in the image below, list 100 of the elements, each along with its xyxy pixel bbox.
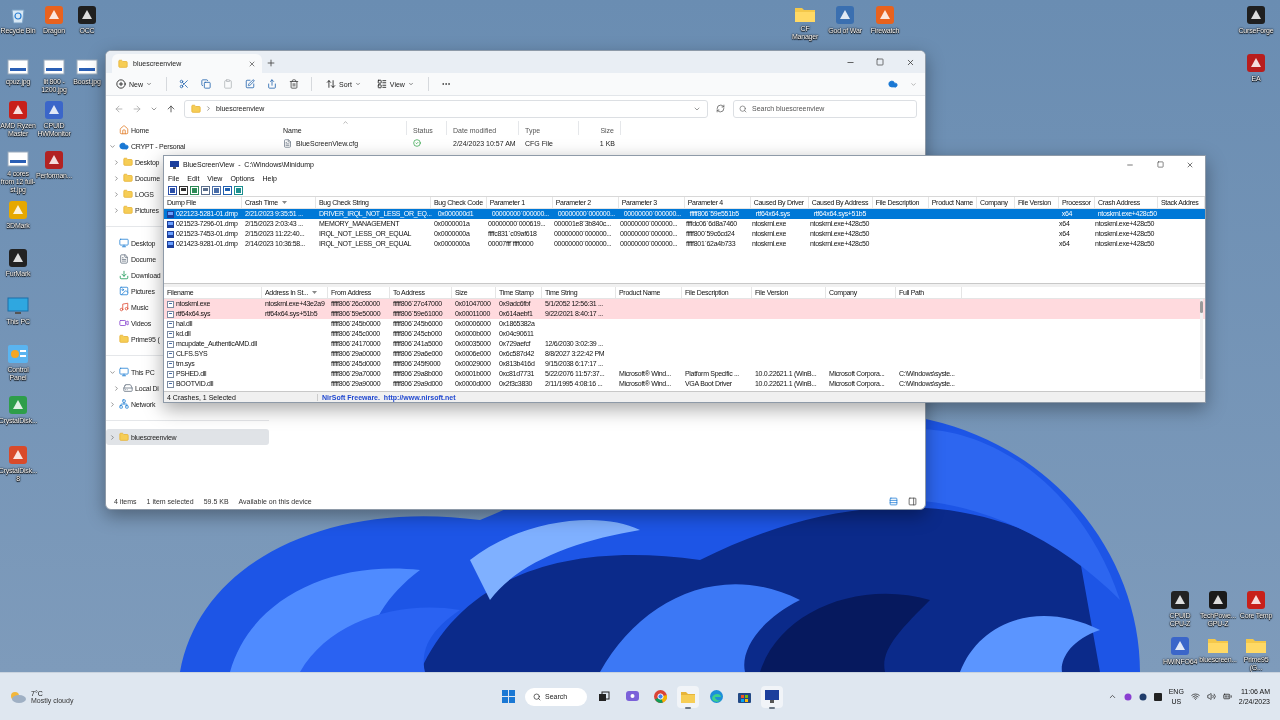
file-icon: [167, 360, 174, 368]
app-icon: [1170, 590, 1190, 610]
image-file-icon: [7, 150, 29, 168]
tiles-view-icon[interactable]: [908, 496, 917, 506]
app-icon: [8, 395, 28, 415]
table-row[interactable]: [164, 209, 1205, 219]
folder-icon: [794, 5, 816, 23]
desktop-icon: [119, 238, 129, 248]
cloud-icon[interactable]: [888, 79, 898, 89]
folder-icon: [119, 334, 129, 344]
file-icon: [167, 310, 174, 318]
window-icon[interactable]: [168, 185, 177, 195]
windows-logo-icon: [501, 690, 515, 703]
app-icon: [8, 248, 28, 268]
control-panel-icon: [7, 344, 29, 364]
task-view-icon: [598, 690, 610, 703]
sort-icon: [326, 79, 336, 89]
up-icon[interactable]: [166, 103, 176, 114]
running-indicator: [769, 706, 775, 709]
app-icon: [1246, 5, 1266, 25]
file-icon: [167, 320, 174, 328]
close-icon: [905, 57, 915, 67]
scroll-thumb[interactable]: [1200, 301, 1203, 313]
app-icon: [44, 5, 64, 25]
close-icon: [1186, 160, 1194, 169]
app-icon: [44, 100, 64, 120]
monitor-icon: [7, 296, 29, 316]
search-icon: [533, 692, 541, 701]
app-icon: [170, 160, 179, 169]
app-icon: [1208, 590, 1228, 610]
folder-icon: [123, 205, 133, 215]
app-icon: [1170, 636, 1190, 656]
running-indicator: [685, 706, 691, 709]
image-file-icon: [76, 58, 98, 76]
image-file-icon: [43, 58, 65, 76]
app-icon: [875, 5, 895, 25]
app-icon: [1246, 53, 1266, 73]
app-icon: [44, 150, 64, 170]
chevron-right-icon: [205, 105, 212, 112]
video-icon: [119, 318, 129, 328]
browser-icon: [653, 690, 667, 703]
config-file-icon: [283, 138, 292, 148]
folder-icon: [1245, 636, 1267, 654]
folder-icon: [123, 189, 133, 199]
wifi-icon[interactable]: [1190, 692, 1200, 701]
folder-icon: [118, 58, 128, 69]
music-icon: [119, 302, 129, 312]
chat-icon: [625, 690, 639, 703]
document-icon: [119, 254, 129, 264]
app-icon: [8, 100, 28, 120]
drive-icon: [123, 383, 133, 393]
close-icon[interactable]: [248, 59, 256, 68]
sort-arrow-icon: [281, 201, 287, 204]
file-icon: [167, 380, 174, 388]
folder-icon: [123, 173, 133, 183]
caret-icon: [354, 81, 361, 87]
view-icon: [376, 79, 387, 89]
plus-icon: [116, 79, 126, 89]
app-icon: [835, 5, 855, 25]
battery-icon[interactable]: [1222, 692, 1232, 701]
app-icon: [1246, 590, 1266, 610]
share-icon[interactable]: [267, 79, 277, 89]
monitor-icon: [119, 367, 129, 377]
file-icon: [167, 300, 174, 308]
folder-icon: [681, 690, 695, 703]
new-tab-icon[interactable]: [266, 58, 276, 68]
home-icon: [119, 125, 129, 135]
caret-icon: [407, 81, 414, 87]
cloud-icon: [119, 141, 129, 151]
folder-icon: [123, 157, 133, 167]
rename-icon[interactable]: [245, 79, 255, 89]
image-icon: [119, 286, 129, 296]
network-icon: [119, 399, 129, 409]
file-icon: [167, 350, 174, 358]
file-icon: [167, 340, 174, 348]
details-view-icon[interactable]: [889, 496, 898, 506]
cloud-icon: [10, 690, 26, 703]
download-icon: [119, 270, 129, 280]
folder-icon: [191, 103, 201, 114]
cut-icon[interactable]: [179, 79, 189, 89]
sort-arrow-icon: [312, 291, 318, 294]
monitor-icon: [765, 690, 779, 703]
folder-icon: [1207, 636, 1229, 654]
store-icon: [737, 690, 751, 703]
image-file-icon: [7, 58, 29, 76]
volume-icon[interactable]: [1206, 692, 1216, 701]
caret-icon: [146, 81, 152, 87]
taskbar-app[interactable]: [761, 685, 783, 708]
app-icon: [8, 445, 28, 465]
delete-icon[interactable]: [289, 79, 299, 89]
folder-icon: [119, 432, 129, 442]
maximize-icon: [1156, 161, 1164, 168]
app-icon: [77, 5, 97, 25]
search-icon: [739, 104, 747, 113]
file-icon: [167, 370, 174, 378]
chevron-up-icon[interactable]: [1107, 692, 1117, 701]
maximize-icon: [876, 58, 884, 66]
browser-icon: [709, 690, 723, 703]
app-icon: [8, 200, 28, 220]
file-icon: [167, 330, 174, 338]
